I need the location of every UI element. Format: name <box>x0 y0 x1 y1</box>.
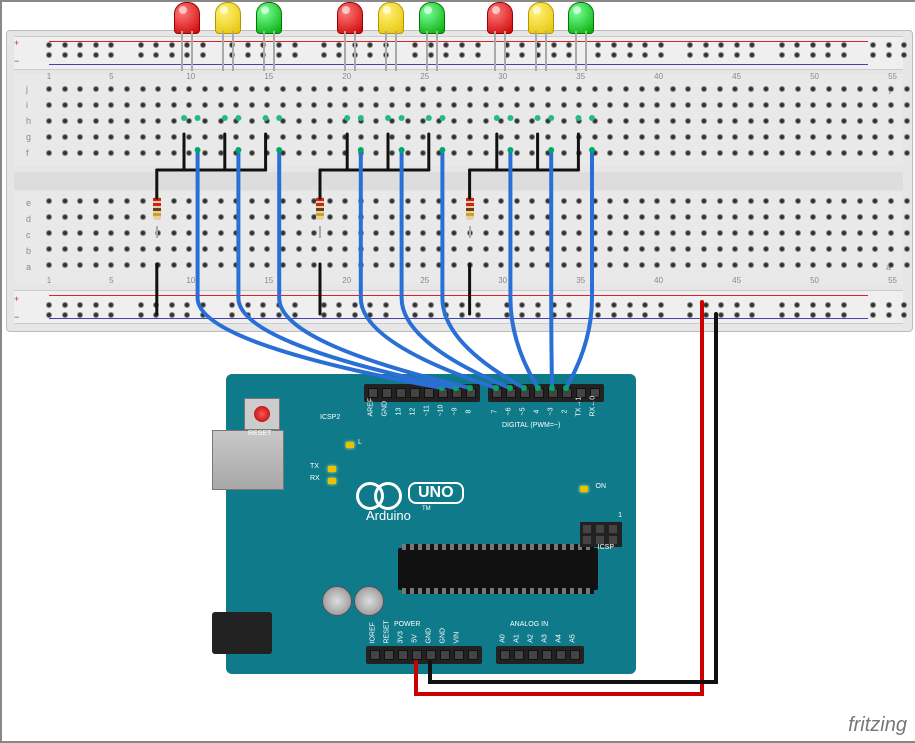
resistor <box>466 188 474 228</box>
led-red <box>487 2 513 34</box>
on-led <box>580 486 588 492</box>
row-label: d <box>26 214 31 224</box>
led-green <box>568 2 594 34</box>
capacitor <box>322 586 352 616</box>
led-red <box>337 2 363 34</box>
resistor <box>153 188 161 228</box>
usb-port <box>212 430 284 490</box>
on-label: ON <box>596 483 607 490</box>
row-label: i <box>26 100 28 110</box>
icsp-label: ICSP <box>598 544 614 551</box>
brand-label: Arduino <box>366 508 411 523</box>
reset-button[interactable] <box>244 398 280 430</box>
row-label: e <box>26 198 31 208</box>
row-label: b <box>26 246 31 256</box>
row-label: g <box>26 132 31 142</box>
power-jack <box>212 612 272 654</box>
icsp-one: 1 <box>618 512 622 519</box>
row-label: h <box>26 116 31 126</box>
rail-plus: + <box>14 294 19 304</box>
tx-led <box>328 466 336 472</box>
row-label: j <box>26 84 28 94</box>
row-label: f <box>26 148 29 158</box>
fritzing-canvas: j i h g f e d c b a j a + − + − 15101520… <box>0 0 915 743</box>
power-label: POWER <box>394 621 420 628</box>
l-led <box>346 442 354 448</box>
analog-header[interactable] <box>496 646 584 664</box>
digital-header-left[interactable] <box>364 384 480 402</box>
reset-label: RESET <box>248 430 271 437</box>
rx-label: RX <box>310 475 320 482</box>
row-label: c <box>26 230 31 240</box>
arduino-logo: UNO <box>356 482 464 504</box>
led-green <box>419 2 445 34</box>
capacitor <box>354 586 384 616</box>
breadboard: j i h g f e d c b a j a + − + − 15101520… <box>6 30 911 330</box>
led-green <box>256 2 282 34</box>
power-header[interactable] <box>366 646 482 664</box>
tx-label: TX <box>310 463 319 470</box>
digital-label: DIGITAL (PWM=~) <box>502 422 560 429</box>
rx-led <box>328 478 336 484</box>
digital-header-right[interactable] <box>488 384 604 402</box>
atmega-chip <box>398 548 598 590</box>
rail-minus: − <box>14 56 19 66</box>
rail-minus: − <box>14 312 19 322</box>
led-yellow <box>378 2 404 34</box>
analog-label: ANALOG IN <box>510 621 548 628</box>
led-yellow <box>528 2 554 34</box>
led-red <box>174 2 200 34</box>
resistor <box>316 188 324 228</box>
led-yellow <box>215 2 241 34</box>
tm-label: TM <box>422 506 431 512</box>
fritzing-watermark: fritzing <box>848 714 907 737</box>
l-label: L <box>358 439 362 446</box>
row-label: a <box>26 262 31 272</box>
icsp2-label: ICSP2 <box>320 414 340 421</box>
rail-plus: + <box>14 38 19 48</box>
arduino-uno: RESET ICSP2 AREFGND1312~11~10~98 7~6~54~… <box>226 374 636 674</box>
